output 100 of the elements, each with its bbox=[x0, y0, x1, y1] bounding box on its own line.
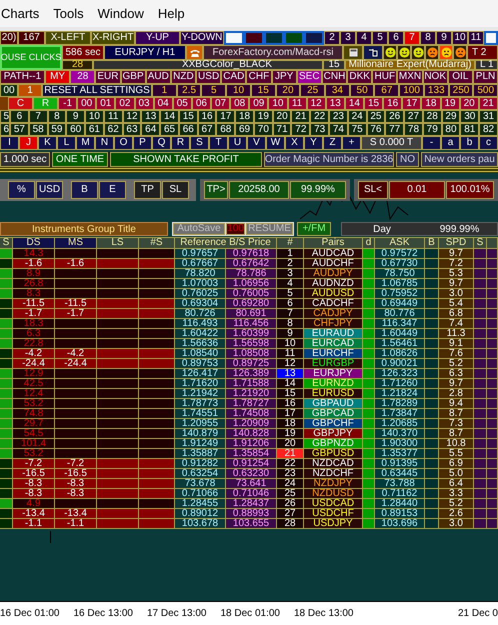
currency-button[interactable]: NZD bbox=[170, 70, 196, 84]
letter-button[interactable]: - bbox=[422, 136, 441, 150]
number-button[interactable]: 13 bbox=[141, 110, 160, 123]
letter-button[interactable]: Y bbox=[304, 136, 323, 150]
letter-button[interactable]: U bbox=[228, 136, 247, 150]
setting-button[interactable]: 67 bbox=[374, 84, 400, 97]
timer-label[interactable]: 586 sec bbox=[62, 45, 104, 60]
letter-button[interactable]: M bbox=[76, 136, 95, 150]
background-setting-button[interactable]: XXBGColor_BLACK bbox=[93, 60, 323, 70]
color-button[interactable] bbox=[0, 97, 8, 110]
currency-button[interactable]: MXN bbox=[397, 70, 423, 84]
toolbar-button[interactable]: 10 bbox=[452, 31, 468, 45]
number-button[interactable]: 23 bbox=[329, 110, 348, 123]
currency-button[interactable]: NOK bbox=[422, 70, 448, 84]
minute-button[interactable]: 07 bbox=[211, 97, 230, 110]
number-button[interactable]: 61 bbox=[85, 123, 104, 136]
number-button[interactable]: 8 bbox=[48, 110, 66, 123]
number-button[interactable]: 64 bbox=[141, 123, 160, 136]
minute-button[interactable]: 01 bbox=[96, 97, 116, 110]
number-button[interactable]: 76 bbox=[366, 123, 386, 136]
setting-button[interactable]: 15 bbox=[250, 84, 276, 97]
color-swatch[interactable] bbox=[264, 31, 284, 45]
setting-button[interactable]: 20 bbox=[276, 84, 300, 97]
number-button[interactable]: 19 bbox=[254, 110, 273, 123]
mode-button[interactable]: TP bbox=[134, 181, 161, 199]
number-button[interactable]: 9 bbox=[66, 110, 86, 123]
phone-icon[interactable] bbox=[186, 45, 203, 60]
number-label[interactable]: 15 bbox=[323, 60, 345, 70]
number-button[interactable]: 60 bbox=[66, 123, 86, 136]
minute-button[interactable]: 03 bbox=[134, 97, 154, 110]
number-button[interactable]: 70 bbox=[254, 123, 273, 136]
setting-button[interactable]: 500 bbox=[473, 84, 498, 97]
number-button[interactable]: 65 bbox=[160, 123, 179, 136]
letter-button[interactable]: P bbox=[133, 136, 152, 150]
currency-button[interactable]: DKK bbox=[347, 70, 372, 84]
minute-button[interactable]: -1 bbox=[58, 97, 78, 110]
mode-button[interactable]: B bbox=[71, 181, 98, 199]
symbol-button[interactable]: EURJPY / H1 bbox=[104, 45, 186, 60]
number-button[interactable]: 10 bbox=[85, 110, 104, 123]
number-button[interactable]: 74 bbox=[329, 123, 348, 136]
currency-button[interactable]: SEC bbox=[296, 70, 322, 84]
number-button[interactable]: 20 bbox=[272, 110, 292, 123]
minute-button[interactable]: 09 bbox=[249, 97, 268, 110]
number-button[interactable]: 16 bbox=[198, 110, 216, 123]
number-button[interactable]: 72 bbox=[291, 123, 310, 136]
minute-button[interactable]: 17 bbox=[402, 97, 422, 110]
number-button[interactable]: 17 bbox=[216, 110, 236, 123]
minute-button[interactable]: C bbox=[8, 97, 33, 110]
take-profit-field[interactable]: 99.99% bbox=[290, 181, 346, 199]
status-button[interactable]: SHOWN TAKE PROFIT bbox=[110, 152, 262, 167]
currency-button[interactable]: CAD bbox=[221, 70, 246, 84]
minute-button[interactable]: 14 bbox=[344, 97, 364, 110]
status-button[interactable]: New orders pau bbox=[421, 152, 498, 167]
setting-button[interactable]: 1 bbox=[18, 84, 42, 97]
minute-button[interactable]: 13 bbox=[326, 97, 345, 110]
status-button[interactable]: 1.000 sec bbox=[0, 152, 50, 167]
menu-item[interactable]: Help bbox=[152, 4, 191, 24]
letter-button[interactable]: a bbox=[441, 136, 460, 150]
letter-button[interactable]: + bbox=[342, 136, 361, 150]
number-button[interactable]: 15 bbox=[178, 110, 198, 123]
number-button[interactable]: 59 bbox=[48, 123, 66, 136]
number-button[interactable]: 29 bbox=[442, 110, 460, 123]
minute-button[interactable]: 15 bbox=[364, 97, 384, 110]
number-button[interactable]: 66 bbox=[178, 123, 198, 136]
letter-button[interactable]: O bbox=[114, 136, 133, 150]
number-button[interactable]: 14 bbox=[160, 110, 179, 123]
mode-button[interactable]: E bbox=[99, 181, 126, 199]
setting-button[interactable]: 10 bbox=[226, 84, 251, 97]
status-button[interactable]: Order Magic Number is 2836 bbox=[264, 152, 394, 167]
color-swatch[interactable] bbox=[284, 31, 304, 45]
toolbar-button[interactable]: 8 bbox=[420, 31, 436, 45]
menu-item[interactable]: Window bbox=[92, 4, 150, 24]
letter-button[interactable]: S bbox=[190, 136, 209, 150]
number-button[interactable]: 82 bbox=[479, 123, 498, 136]
toolbar-button[interactable]: 9 bbox=[436, 31, 452, 45]
letter-button[interactable]: N bbox=[95, 136, 114, 150]
number-button[interactable]: 79 bbox=[422, 123, 442, 136]
count-label[interactable]: 28 bbox=[62, 60, 93, 70]
toolbar-button[interactable]: X-LEFT bbox=[45, 31, 91, 45]
number-button[interactable]: 31 bbox=[479, 110, 498, 123]
toolbar-button[interactable]: 11 bbox=[468, 31, 484, 45]
currency-button[interactable]: MY bbox=[45, 70, 70, 84]
minute-button[interactable]: 08 bbox=[230, 97, 250, 110]
color-swatch[interactable] bbox=[484, 31, 498, 45]
minute-button[interactable]: 06 bbox=[192, 97, 211, 110]
currency-button[interactable]: OIL bbox=[448, 70, 473, 84]
number-button[interactable]: 11 bbox=[104, 110, 123, 123]
number-button[interactable]: 57 bbox=[10, 123, 29, 136]
number-button[interactable]: 68 bbox=[216, 123, 236, 136]
currency-button[interactable]: PATH--1 bbox=[0, 70, 45, 84]
letter-button[interactable]: W bbox=[266, 136, 285, 150]
corner-label[interactable]: L 1 bbox=[475, 60, 498, 70]
color-swatch[interactable] bbox=[224, 31, 244, 45]
take-profit-field[interactable]: 20258.00 bbox=[229, 181, 289, 199]
setting-button[interactable]: 100 bbox=[399, 84, 424, 97]
number-button[interactable]: 77 bbox=[385, 123, 404, 136]
toolbar-button[interactable]: 20) bbox=[0, 31, 18, 45]
toolbar-button[interactable]: 2 bbox=[324, 31, 340, 45]
setting-button[interactable]: 00 bbox=[0, 84, 18, 97]
setting-button[interactable]: 1 bbox=[152, 84, 177, 97]
